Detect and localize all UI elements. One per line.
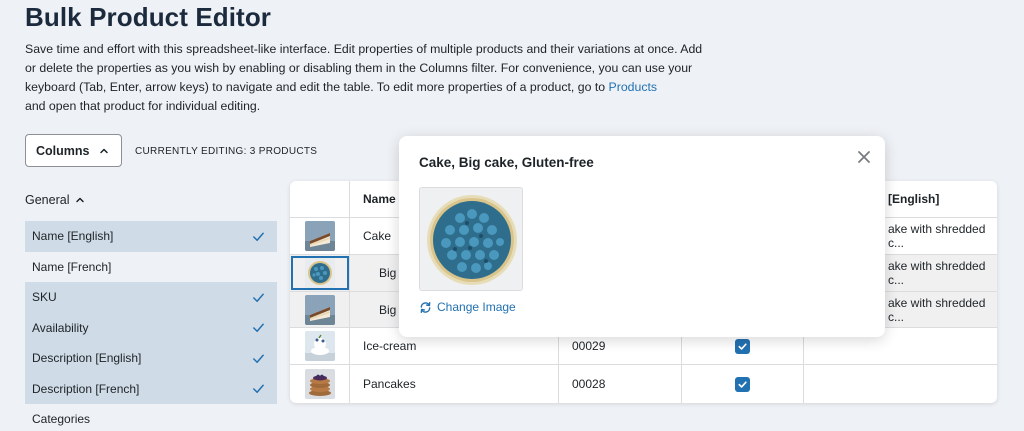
columns-filter-button[interactable]: Columns (25, 134, 122, 167)
column-filter-list: Name [English] Name [French] SKU Availabili… (25, 221, 277, 431)
pancakes-thumbnail-icon (305, 369, 335, 399)
image-cell[interactable] (290, 255, 349, 291)
general-group-toggle[interactable]: General (25, 193, 85, 207)
change-image-button[interactable]: Change Image (419, 300, 516, 314)
editing-count-label: CURRENTLY EDITING: 3 PRODUCTS (135, 146, 318, 157)
description-cell[interactable]: ake with shredded c... (888, 218, 997, 254)
checkmark-icon (252, 382, 265, 395)
column-option-label: Description [French] (32, 381, 140, 396)
availability-checkbox[interactable] (735, 376, 750, 392)
product-image-preview[interactable] (419, 187, 523, 291)
name-cell[interactable]: Pancakes (363, 365, 416, 403)
intro-text: Save time and effort with this spreadshe… (25, 40, 705, 116)
column-option-label: SKU (32, 290, 57, 305)
image-cell[interactable] (290, 292, 349, 327)
checkmark-icon (252, 321, 265, 334)
availability-checkbox[interactable] (735, 338, 750, 354)
checkmark-icon (252, 352, 265, 365)
column-option[interactable]: Name [French] (25, 252, 277, 283)
ice-cream-thumbnail-icon (305, 331, 335, 361)
sku-cell[interactable]: 00028 (572, 365, 605, 403)
chevron-up-icon (75, 195, 85, 205)
column-option-label: Name [French] (32, 259, 112, 274)
products-link[interactable]: Products (609, 80, 658, 94)
column-option[interactable]: Availability (25, 312, 277, 343)
page-title: Bulk Product Editor (25, 2, 272, 32)
column-option-label: Availability (32, 320, 89, 335)
column-option[interactable]: Description [French] (25, 373, 277, 404)
intro-tail: and open that product for individual edi… (25, 99, 261, 113)
column-option[interactable]: SKU (25, 282, 277, 313)
intro-body: Save time and effort with this spreadshe… (25, 42, 703, 94)
image-popover: Cake, Big cake, Gluten-free Change Image (399, 136, 885, 337)
close-icon[interactable] (856, 149, 872, 165)
table-row: Pancakes 00028 (290, 365, 997, 403)
column-option[interactable]: Description [English] (25, 343, 277, 374)
column-option-label: Categories (32, 412, 91, 427)
header-name[interactable]: Name (363, 181, 396, 217)
checkmark-icon (252, 230, 265, 243)
column-option[interactable]: Name [English] (25, 221, 277, 252)
cake-thumbnail-icon (305, 294, 335, 325)
image-cell[interactable] (290, 218, 349, 254)
general-group-label: General (25, 193, 70, 207)
columns-button-label: Columns (36, 143, 90, 158)
header-description[interactable]: [English] (888, 181, 939, 217)
tart-thumbnail-icon (305, 258, 335, 288)
checkmark-icon (252, 291, 265, 304)
change-image-label: Change Image (437, 300, 516, 314)
name-cell[interactable]: Big (379, 292, 396, 327)
column-option-label: Name [English] (32, 229, 114, 244)
column-option-label: Description [English] (32, 351, 142, 366)
column-option[interactable]: Categories (25, 404, 277, 431)
image-cell[interactable] (290, 328, 349, 364)
description-cell[interactable]: ake with shredded c... (888, 292, 997, 327)
image-cell[interactable] (290, 365, 349, 403)
cake-thumbnail-icon (305, 221, 335, 251)
refresh-icon (420, 301, 431, 313)
name-cell[interactable]: Big (379, 255, 396, 291)
popover-title: Cake, Big cake, Gluten-free (419, 155, 594, 170)
description-cell[interactable]: ake with shredded c... (888, 255, 997, 291)
chevron-up-icon (99, 146, 109, 156)
name-cell[interactable]: Cake (363, 218, 391, 254)
